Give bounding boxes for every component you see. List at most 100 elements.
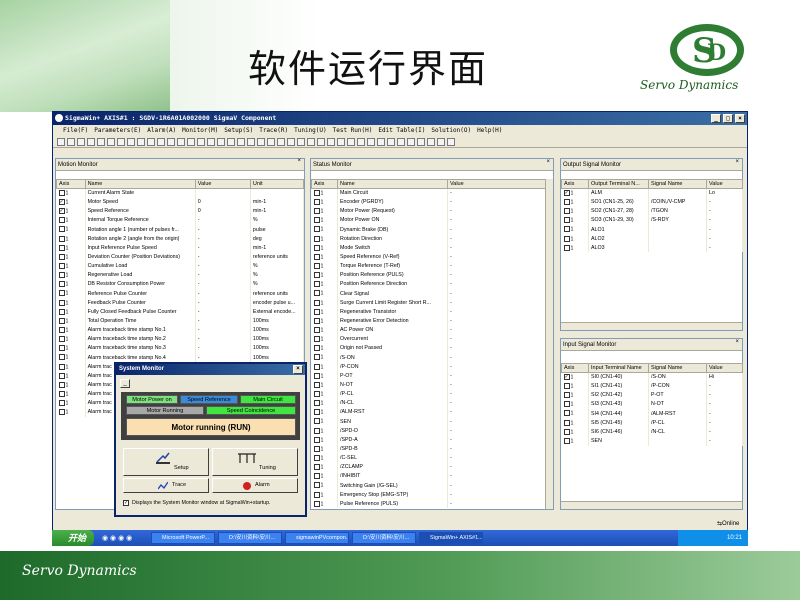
row-checkbox[interactable]: [313, 436, 320, 443]
row-checkbox[interactable]: [58, 299, 65, 306]
row-checkbox[interactable]: [563, 437, 570, 444]
row-checkbox[interactable]: [58, 226, 65, 233]
table-row[interactable]: 1 Regenerative Load -%: [56, 270, 305, 280]
table-row[interactable]: 1 Rotation angle 2 (angle from the origin…: [56, 234, 305, 244]
row-checkbox[interactable]: [313, 272, 320, 279]
col-axis[interactable]: Axis: [311, 179, 338, 189]
table-row[interactable]: 1 Surge Current Limit Register Short R...…: [311, 298, 548, 308]
table-row[interactable]: 1/SPD-B -: [311, 444, 548, 454]
table-row[interactable]: 1 Speed Reference (V-Ref) -: [311, 252, 548, 262]
table-row[interactable]: 1 Regenerative Error Detection -: [311, 316, 548, 326]
row-checkbox[interactable]: ✓: [58, 208, 65, 215]
table-row[interactable]: 1 Position Reference Direction -: [311, 279, 548, 290]
menu-solution[interactable]: Solution(O): [431, 125, 471, 136]
startup-checkbox[interactable]: ✓: [123, 500, 129, 506]
toolbar-axis-icon[interactable]: [327, 137, 335, 146]
toolbar-paste-icon[interactable]: [397, 137, 405, 146]
row-checkbox[interactable]: [313, 491, 320, 498]
toolbar-win2-icon[interactable]: [437, 137, 445, 146]
row-checkbox[interactable]: [313, 418, 320, 425]
row-checkbox[interactable]: [58, 244, 65, 251]
table-row[interactable]: 1 Input Reference Pulse Speed - min-1: [56, 243, 305, 253]
table-row[interactable]: 1/ZCLAMP -: [311, 462, 548, 472]
col-axis[interactable]: Axis: [56, 179, 86, 189]
row-checkbox[interactable]: [563, 428, 570, 435]
panel-close-icon[interactable]: ×: [297, 158, 301, 164]
row-checkbox[interactable]: [58, 354, 65, 361]
col-name[interactable]: Name: [84, 179, 196, 189]
toolbar-monitor-icon[interactable]: [147, 137, 155, 146]
row-checkbox[interactable]: [58, 235, 65, 242]
table-row[interactable]: 1/S-ON -: [311, 353, 548, 363]
table-row[interactable]: ✓ 1 Speed Reference 0 min-1: [56, 206, 305, 216]
row-checkbox[interactable]: [313, 253, 320, 260]
table-row[interactable]: 1 Main Circuit -: [311, 188, 548, 198]
menu-parameters[interactable]: Parameters(E): [94, 125, 141, 136]
table-row[interactable]: 1 N-OT -: [311, 380, 548, 390]
table-row[interactable]: 1 Mode Switch -: [311, 243, 548, 253]
row-checkbox[interactable]: [58, 363, 65, 370]
close-button[interactable]: ×: [735, 114, 745, 123]
menu-setup[interactable]: Setup(S): [224, 125, 253, 136]
toolbar-arrow-icon[interactable]: [77, 137, 85, 146]
menu-edit-table[interactable]: Edit Table(I): [378, 125, 425, 136]
table-row[interactable]: 1/P-CON -: [311, 362, 548, 372]
table-row[interactable]: 1 SI1 (CN1-41)/P-CON -: [561, 381, 743, 391]
row-checkbox[interactable]: [313, 363, 320, 370]
row-checkbox[interactable]: [58, 281, 65, 288]
row-checkbox[interactable]: [58, 217, 65, 224]
table-row[interactable]: 1 Motor Power (Request) -: [311, 206, 548, 216]
col-value[interactable]: Value: [447, 179, 548, 189]
row-checkbox[interactable]: [313, 400, 320, 407]
table-row[interactable]: 1 ALO2 -: [561, 234, 743, 244]
table-row[interactable]: 1 Rotation angle 1 (number of pulses fr..…: [56, 225, 305, 235]
table-row[interactable]: 1 Feedback Pulse Counter - encoder pulse u.…: [56, 298, 305, 308]
col-terminal[interactable]: Input Terminal Name: [588, 363, 649, 373]
table-row[interactable]: 1 Regenerative Transistor -: [311, 307, 548, 317]
toolbar-scope-icon[interactable]: [217, 137, 225, 146]
table-row[interactable]: 1 SI2 (CN1-42) P-OT -: [561, 390, 743, 400]
toolbar-key-icon[interactable]: [247, 137, 255, 146]
col-terminal[interactable]: Output Terminal N...: [588, 179, 649, 189]
toolbar-open-icon[interactable]: [287, 137, 295, 146]
row-checkbox[interactable]: [313, 217, 320, 224]
row-checkbox[interactable]: [313, 299, 320, 306]
col-signal[interactable]: Signal Name: [648, 363, 707, 373]
table-row[interactable]: 1 Rotation Direction -: [311, 234, 548, 244]
toolbar-tune-icon[interactable]: [177, 137, 185, 146]
row-checkbox[interactable]: [313, 500, 320, 507]
col-value[interactable]: Value: [706, 363, 743, 373]
col-unit[interactable]: Unit: [249, 179, 305, 189]
input-hscrollbar[interactable]: [561, 501, 742, 509]
row-checkbox[interactable]: [313, 235, 320, 242]
row-checkbox[interactable]: ✓: [563, 374, 570, 381]
task-powerpoint[interactable]: Microsoft PowerP...: [151, 532, 215, 544]
row-checkbox[interactable]: [313, 244, 320, 251]
menu-test-run[interactable]: Test Run(H): [333, 125, 373, 136]
col-value[interactable]: Value: [706, 179, 743, 189]
toolbar-cascade-icon[interactable]: [417, 137, 425, 146]
col-name[interactable]: Name: [337, 179, 448, 189]
task-sigmawin-component[interactable]: sigmawinPVcompon...: [285, 532, 349, 544]
start-button[interactable]: 开始: [52, 530, 94, 546]
task-folder-2[interactable]: D:\安川资料\安川...: [352, 532, 416, 544]
row-checkbox[interactable]: [563, 226, 570, 233]
row-checkbox[interactable]: [313, 445, 320, 452]
table-row[interactable]: 1 SI6 (CN1-46)/N-CL -: [561, 427, 743, 437]
table-row[interactable]: 1/N-CL -: [311, 398, 548, 408]
table-row[interactable]: 1 Current Alarm State: [56, 188, 305, 198]
toolbar-win3-icon[interactable]: [447, 137, 455, 146]
table-row[interactable]: 1 SO2 (CN1-27, 28)/TGON -: [561, 206, 743, 216]
toolbar-table-icon[interactable]: [127, 137, 135, 146]
toolbar-print-icon[interactable]: [267, 137, 275, 146]
table-row[interactable]: 1 P-OT -: [311, 371, 548, 381]
toolbar-alarm-icon[interactable]: [237, 137, 245, 146]
row-checkbox[interactable]: [58, 381, 65, 388]
panel-close-icon[interactable]: ×: [546, 159, 550, 165]
menu-help[interactable]: Help(H): [477, 125, 502, 136]
task-sigmawin-axis[interactable]: SigmaWin+ AXIS#1...: [419, 532, 483, 544]
table-row[interactable]: 1 Reference Pulse Counter - reference units: [56, 289, 305, 299]
table-row[interactable]: 1 Origin not Passed -: [311, 343, 548, 354]
row-checkbox[interactable]: [58, 409, 65, 416]
table-row[interactable]: 1 Switching Gain (/G-SEL) -: [311, 481, 548, 491]
